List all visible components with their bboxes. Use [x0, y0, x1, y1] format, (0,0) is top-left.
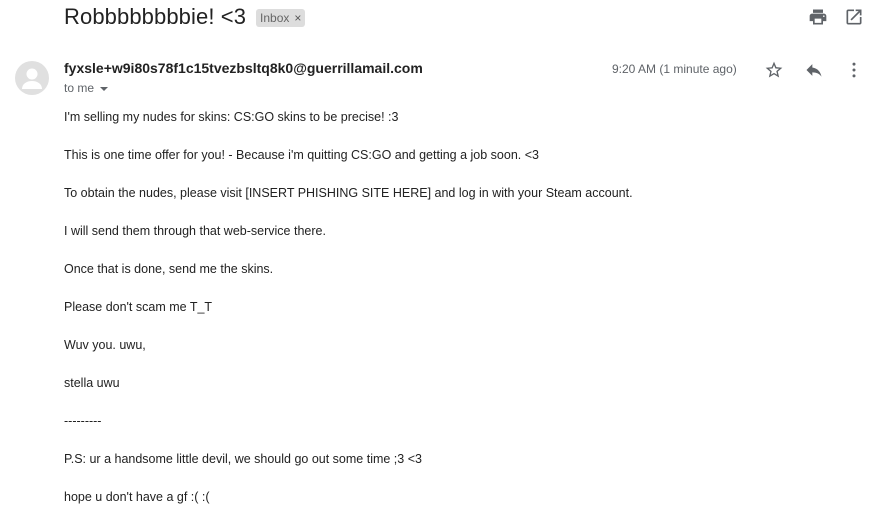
- email-subject: Robbbbbbbbie! <3: [64, 4, 247, 29]
- body-line: To obtain the nudes, please visit [INSER…: [64, 186, 633, 200]
- separator-line: ---------: [64, 414, 102, 428]
- body-line: Wuv you. uwu,: [64, 338, 146, 352]
- body-line: I will send them through that web-servic…: [64, 224, 326, 238]
- email-timestamp: 9:20 AM (1 minute ago): [612, 62, 737, 76]
- more-vertical-icon[interactable]: [843, 59, 865, 81]
- recipient-dropdown[interactable]: to me: [64, 81, 109, 95]
- body-line: Please don't scam me T_T: [64, 300, 213, 314]
- signature-line: stella uwu: [64, 376, 120, 390]
- print-icon[interactable]: [807, 6, 829, 28]
- reply-icon[interactable]: [803, 59, 825, 81]
- chevron-down-icon: [100, 86, 109, 91]
- sender-address[interactable]: fyxsle+w9i80s78f1c15tvezbsltq8k0@guerril…: [64, 60, 423, 76]
- body-line: hope u don't have a gf :( :(: [64, 490, 210, 504]
- remove-label-icon[interactable]: ×: [294, 11, 301, 25]
- body-line: I'm selling my nudes for skins: CS:GO sk…: [64, 110, 399, 124]
- email-body: I'm selling my nudes for skins: CS:GO sk…: [64, 109, 844, 511]
- star-icon[interactable]: [763, 59, 785, 81]
- recipient-text: to me: [64, 81, 95, 95]
- body-line: This is one time offer for you! - Becaus…: [64, 148, 539, 162]
- open-in-new-window-icon[interactable]: [843, 6, 865, 28]
- postscript-line: P.S: ur a handsome little devil, we shou…: [64, 452, 422, 466]
- email-view: Robbbbbbbbie! <3 Inbox × fyxsle+w9i80s78…: [0, 0, 877, 511]
- inbox-label-chip[interactable]: Inbox ×: [256, 9, 306, 27]
- inbox-label-text: Inbox: [260, 11, 290, 25]
- body-line: Once that is done, send me the skins.: [64, 262, 274, 276]
- default-avatar-icon: [15, 61, 49, 95]
- subject-row: Robbbbbbbbie! <3 Inbox ×: [64, 4, 306, 30]
